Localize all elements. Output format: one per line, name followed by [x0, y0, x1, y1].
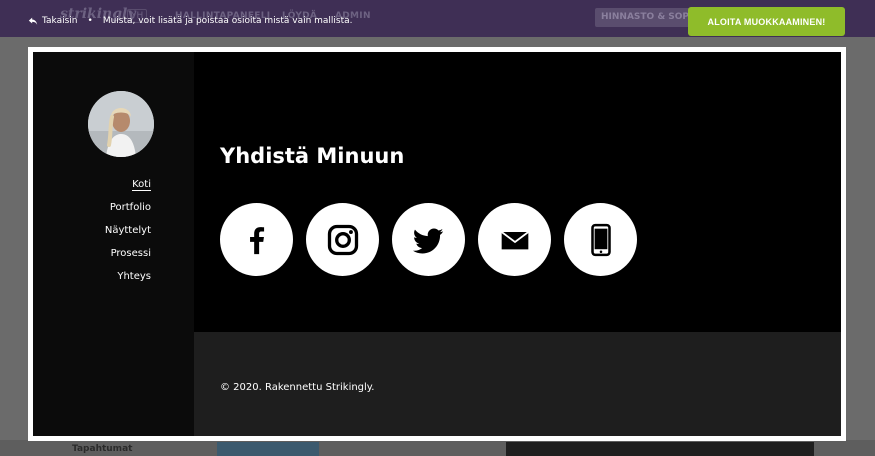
instagram-icon — [327, 224, 358, 255]
site-nav-item-home[interactable]: Koti — [105, 178, 151, 201]
site-nav-item-exhibitions[interactable]: Näyttelyt — [105, 224, 151, 247]
footer-copyright: © 2020. Rakennettu Strikingly. — [220, 382, 375, 393]
phone-icon — [590, 223, 611, 256]
site-nav: Koti Portfolio Näyttelyt Prosessi Yhteys — [105, 178, 151, 293]
site-sidebar: Koti Portfolio Näyttelyt Prosessi Yhteys — [33, 52, 194, 436]
site-nav-item-portfolio[interactable]: Portfolio — [105, 201, 151, 224]
section-title: Yhdistä Minuun — [220, 144, 405, 168]
facebook-link[interactable] — [220, 203, 293, 276]
email-link[interactable] — [478, 203, 551, 276]
separator-dot: • — [87, 16, 93, 26]
instagram-link[interactable] — [306, 203, 379, 276]
facebook-icon — [249, 226, 264, 254]
avatar — [88, 91, 154, 157]
back-link[interactable]: Takaisin — [28, 16, 78, 26]
site-nav-item-process[interactable]: Prosessi — [105, 247, 151, 270]
underlying-thumbnail — [506, 442, 814, 456]
underlying-content: Tapahtumat — [0, 440, 875, 456]
pricing-link: HINNASTO & SOPIMUS — [595, 8, 695, 27]
template-preview: Koti Portfolio Näyttelyt Prosessi Yhteys… — [28, 47, 846, 441]
profile-photo — [88, 91, 154, 157]
back-arrow-icon — [28, 17, 38, 25]
underlying-thumbnail — [217, 442, 319, 456]
social-links — [220, 203, 637, 276]
twitter-link[interactable] — [392, 203, 465, 276]
editor-notice-row: Takaisin • Muista, voit lisätä ja poista… — [28, 16, 353, 26]
start-editing-button[interactable]: ALOITA MUOKKAAMINEN! — [688, 7, 845, 36]
back-label: Takaisin — [42, 16, 78, 26]
site-footer: © 2020. Rakennettu Strikingly. — [194, 332, 841, 436]
template-notice: Muista, voit lisätä ja poistaa osioita m… — [102, 16, 353, 26]
connect-section: Yhdistä Minuun — [194, 52, 841, 332]
underlying-label: Tapahtumat — [72, 444, 133, 454]
site-nav-item-contact[interactable]: Yhteys — [105, 270, 151, 293]
twitter-icon — [412, 228, 443, 253]
phone-link[interactable] — [564, 203, 637, 276]
email-icon — [500, 230, 529, 249]
